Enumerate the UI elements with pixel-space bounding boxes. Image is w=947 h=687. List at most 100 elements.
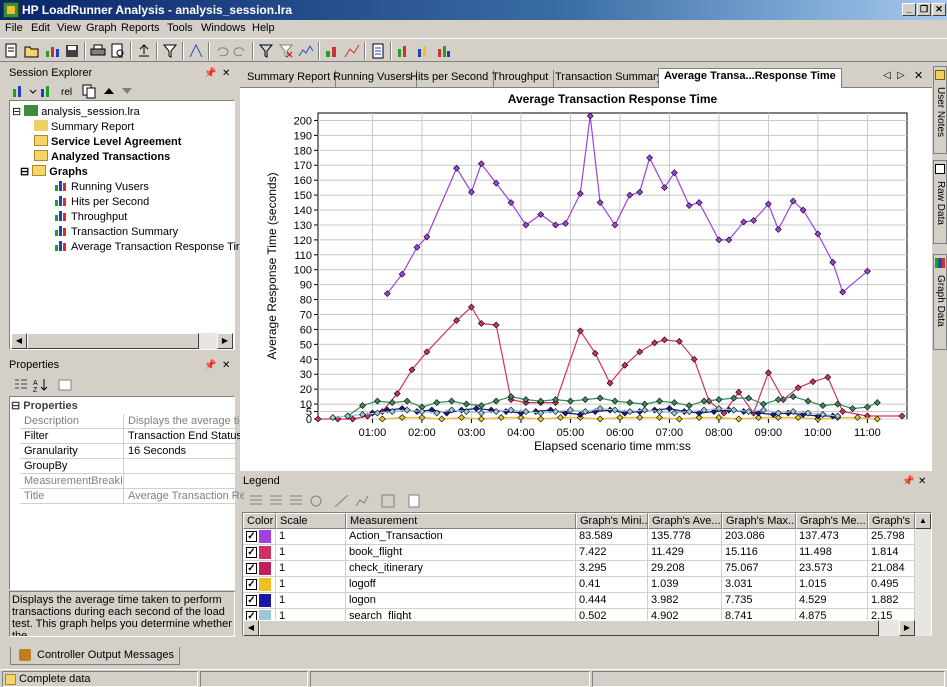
close-panel-icon[interactable]: ✕: [222, 360, 230, 371]
horizontal-scrollbar[interactable]: ◀ ▶: [11, 333, 233, 349]
show-all-icon[interactable]: [248, 493, 264, 509]
tab-transaction-summary[interactable]: Transaction Summary: [550, 70, 669, 87]
tree-item-summary[interactable]: Summary Report: [34, 120, 134, 135]
hide-all-icon[interactable]: [268, 493, 284, 509]
color-swatch[interactable]: [259, 562, 271, 575]
prop-row-granularity[interactable]: Granularity 16 Seconds: [20, 444, 244, 459]
legend-row[interactable]: ✓ 1 logoff 0.41 1.039 3.031 1.015 0.495: [243, 577, 915, 593]
tab-summary-report[interactable]: Summary Report: [242, 70, 337, 87]
color-swatch[interactable]: [259, 578, 271, 591]
graph-properties-icon[interactable]: [39, 83, 55, 99]
tab-close-icon[interactable]: ✕: [914, 69, 923, 82]
export-legend-icon[interactable]: [380, 493, 396, 509]
color-swatch[interactable]: [259, 530, 271, 543]
prop-row-measurement-breakdown[interactable]: MeasurementBreakI: [20, 474, 244, 489]
pin-icon[interactable]: 📌: [204, 360, 216, 371]
legend-row[interactable]: ✓ 1 check_itinerary 3.295 29.208 75.067 23.573…: [243, 561, 915, 577]
scroll-thumb[interactable]: [259, 620, 879, 636]
menu-graph[interactable]: Graph: [86, 22, 117, 34]
scroll-up-icon[interactable]: ▲: [915, 513, 931, 529]
close-panel-icon[interactable]: ✕: [918, 476, 926, 487]
new-session-icon[interactable]: [4, 43, 20, 59]
cross-session-icon[interactable]: [44, 43, 60, 59]
redo-icon[interactable]: [232, 43, 248, 59]
color-swatch[interactable]: [259, 594, 271, 607]
visible-checkbox[interactable]: ✓: [246, 563, 257, 574]
tree-graph-item-selected[interactable]: Average Transaction Response Tir: [54, 240, 240, 255]
legend-row[interactable]: ✓ 1 logon 0.444 3.982 7.735 4.529 1.882: [243, 593, 915, 609]
color-swatch[interactable]: [259, 546, 271, 559]
prop-row-description[interactable]: Description Displays the average time t: [20, 414, 244, 429]
tab-throughput[interactable]: Throughput: [487, 70, 555, 87]
minimize-button[interactable]: _: [902, 3, 916, 16]
clear-filter-icon[interactable]: [278, 43, 294, 59]
close-button[interactable]: ✕: [932, 3, 946, 16]
tab-scroll-left-icon[interactable]: ◁: [883, 70, 891, 81]
menu-tools[interactable]: Tools: [167, 22, 193, 34]
prop-row-title[interactable]: Title Average Transaction Resp: [20, 489, 244, 504]
copy-icon[interactable]: [81, 83, 97, 99]
side-tab-graph-data[interactable]: Graph Data: [933, 254, 947, 350]
side-tab-raw-data[interactable]: Raw Data: [933, 160, 947, 244]
undo-icon[interactable]: [214, 43, 230, 59]
tab-average-response-time[interactable]: Average Transa...Response Time: [658, 68, 842, 88]
menu-windows[interactable]: Windows: [201, 22, 246, 34]
col-scale[interactable]: Scale: [276, 513, 346, 529]
tree-root[interactable]: ⊟ analysis_session.lra: [12, 105, 140, 120]
graph-wizard-icon[interactable]: [436, 43, 452, 59]
menu-reports[interactable]: Reports: [121, 22, 160, 34]
sort-alpha-icon[interactable]: AZ: [33, 377, 49, 394]
pin-icon[interactable]: 📌: [204, 68, 216, 79]
prop-row-filter[interactable]: Filter Transaction End Status = (: [20, 429, 244, 444]
save-icon[interactable]: [64, 43, 80, 59]
tree-graph-item[interactable]: Transaction Summary: [54, 225, 178, 240]
tree-item-graphs[interactable]: ⊟ Graphs: [20, 165, 88, 180]
tab-controller-output[interactable]: Controller Output Messages: [10, 647, 180, 665]
print-preview-icon[interactable]: [110, 43, 126, 59]
report-icon[interactable]: [370, 43, 386, 59]
col-std[interactable]: Graph's S: [868, 513, 915, 529]
tree-item-analyzed[interactable]: Analyzed Transactions: [34, 150, 170, 165]
granularity-icon[interactable]: [298, 43, 314, 59]
menu-view[interactable]: View: [57, 22, 81, 34]
pin-icon[interactable]: 📌: [902, 476, 914, 487]
tree-graph-item[interactable]: Running Vusers: [54, 180, 149, 195]
show-only-selected-icon[interactable]: [288, 493, 304, 509]
col-max[interactable]: Graph's Max...: [722, 513, 796, 529]
legend-properties-icon[interactable]: [406, 493, 422, 509]
restore-button[interactable]: ❐: [917, 3, 931, 16]
scroll-left-icon[interactable]: ◀: [11, 333, 27, 349]
scroll-right-icon[interactable]: ▶: [217, 333, 233, 349]
animate-icon[interactable]: [354, 493, 370, 509]
response-time-chart[interactable]: Average Transaction Response Time0510203…: [240, 88, 932, 471]
move-down-icon[interactable]: [119, 83, 135, 99]
col-color[interactable]: Color: [243, 513, 276, 529]
property-pages-icon[interactable]: [57, 377, 73, 393]
filter-icon[interactable]: [162, 43, 178, 59]
legend-horizontal-scrollbar[interactable]: ◀ ▶: [243, 620, 931, 636]
visible-checkbox[interactable]: ✓: [246, 595, 257, 606]
legend-vertical-scrollbar[interactable]: ▲: [915, 513, 931, 620]
visible-checkbox[interactable]: ✓: [246, 531, 257, 542]
prop-row-groupby[interactable]: GroupBy: [20, 459, 244, 474]
tree-graph-item[interactable]: Hits per Second: [54, 195, 149, 210]
col-avg[interactable]: Graph's Ave...: [648, 513, 722, 529]
scroll-thumb[interactable]: [27, 333, 199, 349]
set-filter-icon[interactable]: [258, 43, 274, 59]
legend-row[interactable]: ✓ 1 Action_Transaction 83.589 135.778 203.086…: [243, 529, 915, 545]
col-measurement[interactable]: Measurement: [346, 513, 576, 529]
tab-hits-per-second[interactable]: Hits per Second: [405, 70, 495, 87]
scroll-left-icon[interactable]: ◀: [243, 620, 259, 636]
cross-results-icon[interactable]: [416, 43, 432, 59]
menu-help[interactable]: Help: [252, 22, 275, 34]
scroll-right-icon[interactable]: ▶: [899, 620, 915, 636]
move-up-icon[interactable]: [101, 83, 117, 99]
open-folder-icon[interactable]: [24, 43, 40, 59]
col-median[interactable]: Graph's Me...: [796, 513, 868, 529]
print-icon[interactable]: [90, 43, 106, 59]
correlate-icon[interactable]: [344, 43, 360, 59]
tree-item-sla[interactable]: Service Level Agreement: [34, 135, 181, 150]
categorized-icon[interactable]: [13, 377, 29, 393]
add-graph-icon[interactable]: [11, 83, 27, 99]
rename-icon[interactable]: rel: [61, 83, 77, 99]
